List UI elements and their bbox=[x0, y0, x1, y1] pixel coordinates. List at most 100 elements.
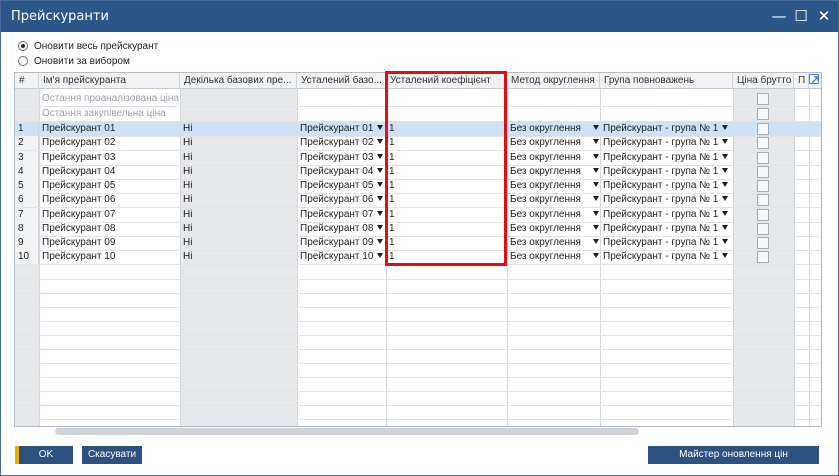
multi-base-cell[interactable]: Ні bbox=[180, 250, 297, 264]
multi-base-cell[interactable]: Ні bbox=[180, 193, 297, 207]
rounding-dropdown-icon[interactable] bbox=[593, 154, 599, 159]
rounding-dropdown-icon[interactable] bbox=[593, 125, 599, 130]
default-factor-cell[interactable]: 1 bbox=[386, 250, 507, 264]
default-factor-cell[interactable]: 1 bbox=[386, 165, 507, 179]
radio-update-all[interactable]: Оновити весь прейскурант bbox=[18, 39, 158, 53]
default-factor-cell[interactable]: 1 bbox=[386, 222, 507, 236]
auth-group-dropdown-icon[interactable] bbox=[722, 168, 728, 173]
gross-price-checkbox[interactable] bbox=[757, 152, 769, 164]
rounding-method-cell[interactable]: Без округлення bbox=[507, 208, 600, 222]
gross-price-checkbox[interactable] bbox=[757, 108, 769, 120]
price-list-name-cell[interactable]: Прейскурант 10 bbox=[39, 250, 180, 264]
col-header-auth-group[interactable]: Група повноважень bbox=[600, 73, 733, 89]
rounding-dropdown-icon[interactable] bbox=[593, 211, 599, 216]
expand-table-icon[interactable] bbox=[809, 74, 819, 84]
multi-base-cell[interactable]: Ні bbox=[180, 122, 297, 136]
gross-price-checkbox[interactable] bbox=[757, 137, 769, 149]
price-update-wizard-button[interactable]: Майстер оновлення цін bbox=[648, 446, 819, 464]
default-base-cell[interactable]: Прейскурант 09 bbox=[297, 236, 386, 250]
auth-group-cell[interactable]: Прейскурант - група № 1 bbox=[600, 208, 733, 222]
price-list-name-cell[interactable]: Прейскурант 07 bbox=[39, 208, 180, 222]
auth-group-dropdown-icon[interactable] bbox=[722, 182, 728, 187]
auth-group-dropdown-icon[interactable] bbox=[722, 196, 728, 201]
gross-price-checkbox[interactable] bbox=[757, 166, 769, 178]
auth-group-dropdown-icon[interactable] bbox=[722, 253, 728, 258]
col-header-rounding[interactable]: Метод округлення bbox=[507, 73, 600, 89]
col-header-name[interactable]: Ім'я прейскуранта bbox=[39, 73, 180, 89]
rounding-method-cell[interactable]: Без округлення bbox=[507, 236, 600, 250]
col-header-default-base[interactable]: Усталений базо... bbox=[297, 73, 386, 89]
default-base-dropdown-icon[interactable] bbox=[377, 125, 383, 130]
default-factor-cell[interactable]: 1 bbox=[386, 151, 507, 165]
radio-update-selection[interactable]: Оновити за вибором bbox=[18, 54, 130, 68]
rounding-method-cell[interactable]: Без округлення bbox=[507, 179, 600, 193]
multi-base-cell[interactable]: Ні bbox=[180, 208, 297, 222]
default-base-dropdown-icon[interactable] bbox=[377, 154, 383, 159]
rounding-method-cell[interactable]: Без округлення bbox=[507, 136, 600, 150]
title-bar[interactable]: Прейскуранти — ☐ ✕ bbox=[1, 1, 838, 32]
rounding-method-cell[interactable]: Без округлення bbox=[507, 222, 600, 236]
price-list-name-cell[interactable]: Прейскурант 02 bbox=[39, 136, 180, 150]
rounding-dropdown-icon[interactable] bbox=[593, 239, 599, 244]
price-list-name-cell[interactable]: Прейскурант 04 bbox=[39, 165, 180, 179]
rounding-method-cell[interactable]: Без округлення bbox=[507, 165, 600, 179]
auth-group-cell[interactable]: Прейскурант - група № 1 bbox=[600, 236, 733, 250]
rounding-dropdown-icon[interactable] bbox=[593, 253, 599, 258]
radio-unselected-icon[interactable] bbox=[18, 56, 28, 66]
rounding-dropdown-icon[interactable] bbox=[593, 196, 599, 201]
default-base-dropdown-icon[interactable] bbox=[377, 253, 383, 258]
rounding-method-cell[interactable]: Без округлення bbox=[507, 250, 600, 264]
table-row[interactable]: 1 Прейскурант 01 Ні Прейскурант 01 1 Без окру… bbox=[15, 122, 821, 136]
multi-base-cell[interactable]: Ні bbox=[180, 179, 297, 193]
table-row[interactable]: 5 Прейскурант 05 Ні Прейскурант 05 1 Без окру… bbox=[15, 179, 821, 193]
auth-group-cell[interactable]: Прейскурант - група № 1 bbox=[600, 193, 733, 207]
close-icon[interactable]: ✕ bbox=[813, 5, 835, 27]
multi-base-cell[interactable]: Ні bbox=[180, 236, 297, 250]
rounding-method-cell[interactable]: Без округлення bbox=[507, 151, 600, 165]
default-base-dropdown-icon[interactable] bbox=[377, 139, 383, 144]
multi-base-cell[interactable]: Ні bbox=[180, 222, 297, 236]
rounding-method-cell[interactable]: Без округлення bbox=[507, 193, 600, 207]
default-base-cell[interactable]: Прейскурант 10 bbox=[297, 250, 386, 264]
default-factor-cell[interactable]: 1 bbox=[386, 179, 507, 193]
price-list-name-cell[interactable]: Прейскурант 05 bbox=[39, 179, 180, 193]
price-list-name-cell[interactable]: Прейскурант 03 bbox=[39, 151, 180, 165]
col-header-gross-price[interactable]: Ціна брутто bbox=[733, 73, 794, 89]
gross-price-checkbox[interactable] bbox=[757, 237, 769, 249]
ok-button[interactable]: OK bbox=[15, 446, 73, 464]
auth-group-cell[interactable]: Прейскурант - група № 1 bbox=[600, 165, 733, 179]
default-base-cell[interactable]: Прейскурант 02 bbox=[297, 136, 386, 150]
default-base-cell[interactable]: Прейскурант 03 bbox=[297, 151, 386, 165]
table-row[interactable]: 10 Прейскурант 10 Ні Прейскурант 10 1 Без окр… bbox=[15, 250, 821, 264]
gross-price-checkbox[interactable] bbox=[757, 209, 769, 221]
default-base-cell[interactable]: Прейскурант 08 bbox=[297, 222, 386, 236]
col-header-default-factor[interactable]: Усталений коефіцієнт bbox=[386, 73, 507, 89]
multi-base-cell[interactable]: Ні bbox=[180, 165, 297, 179]
default-factor-cell[interactable]: 1 bbox=[386, 122, 507, 136]
maximize-icon[interactable]: ☐ bbox=[790, 5, 812, 27]
auth-group-dropdown-icon[interactable] bbox=[722, 125, 728, 130]
multi-base-cell[interactable]: Ні bbox=[180, 151, 297, 165]
gross-price-checkbox[interactable] bbox=[757, 194, 769, 206]
default-base-cell[interactable]: Прейскурант 04 bbox=[297, 165, 386, 179]
table-row[interactable]: 9 Прейскурант 09 Ні Прейскурант 09 1 Без окру… bbox=[15, 236, 821, 250]
auth-group-dropdown-icon[interactable] bbox=[722, 211, 728, 216]
table-row[interactable]: 3 Прейскурант 03 Ні Прейскурант 03 1 Без окру… bbox=[15, 151, 821, 165]
table-row[interactable]: 4 Прейскурант 04 Ні Прейскурант 04 1 Без окру… bbox=[15, 165, 821, 179]
rounding-dropdown-icon[interactable] bbox=[593, 182, 599, 187]
default-base-dropdown-icon[interactable] bbox=[377, 211, 383, 216]
rounding-dropdown-icon[interactable] bbox=[593, 139, 599, 144]
default-factor-cell[interactable]: 1 bbox=[386, 136, 507, 150]
default-base-dropdown-icon[interactable] bbox=[377, 196, 383, 201]
auth-group-dropdown-icon[interactable] bbox=[722, 225, 728, 230]
default-factor-cell[interactable]: 1 bbox=[386, 236, 507, 250]
default-factor-cell[interactable]: 1 bbox=[386, 193, 507, 207]
table-row[interactable]: 2 Прейскурант 02 Ні Прейскурант 02 1 Без окру… bbox=[15, 136, 821, 150]
auth-group-cell[interactable]: Прейскурант - група № 1 bbox=[600, 151, 733, 165]
multi-base-cell[interactable]: Ні bbox=[180, 136, 297, 150]
rounding-dropdown-icon[interactable] bbox=[593, 168, 599, 173]
price-list-name-cell[interactable]: Прейскурант 08 bbox=[39, 222, 180, 236]
gross-price-checkbox[interactable] bbox=[757, 123, 769, 135]
price-list-name-cell[interactable]: Прейскурант 01 bbox=[39, 122, 180, 136]
gross-price-checkbox[interactable] bbox=[757, 180, 769, 192]
